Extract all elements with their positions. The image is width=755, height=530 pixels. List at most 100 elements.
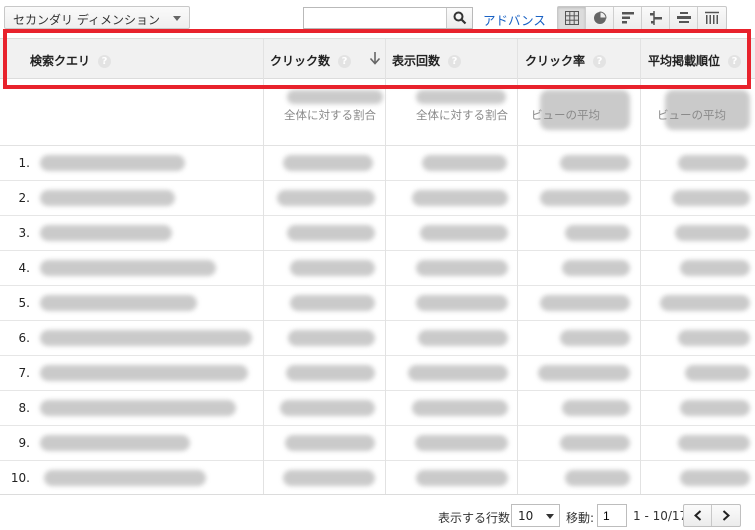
comparison-view-icon: [650, 11, 662, 25]
redacted-value: [685, 365, 750, 381]
table-summary-row: 全体に対する割合 全体に対する割合 ビューの平均 ビューの平均: [0, 80, 755, 146]
redacted-value: [416, 90, 506, 104]
redacted-value: [680, 400, 750, 416]
redacted-value: [416, 470, 508, 486]
table-row[interactable]: 2.: [0, 181, 755, 216]
pie-view-icon: [594, 11, 607, 24]
redacted-value: [540, 190, 630, 206]
goto-page-input[interactable]: [597, 504, 627, 527]
redacted-value: [422, 155, 507, 171]
redacted-value: [287, 90, 383, 104]
previous-page-button[interactable]: [684, 505, 713, 526]
redacted-query: [40, 190, 175, 206]
column-divider: [517, 39, 518, 495]
table-row[interactable]: 5.: [0, 286, 755, 321]
redacted-value: [680, 260, 750, 276]
chevron-down-icon: [546, 514, 554, 519]
chevron-left-icon: [694, 510, 702, 521]
next-page-button[interactable]: [712, 505, 740, 526]
table-row[interactable]: 8.: [0, 391, 755, 426]
summary-clicks-caption: 全体に対する割合: [284, 108, 376, 122]
table-row[interactable]: 10.: [0, 461, 755, 496]
secondary-dimension-label: セカンダリ ディメンション: [13, 13, 160, 27]
redacted-value: [565, 225, 630, 241]
summary-ctr-caption: ビューの平均: [531, 108, 600, 122]
redacted-value: [285, 435, 375, 451]
redacted-value: [420, 225, 508, 241]
redacted-query: [40, 365, 248, 381]
redacted-value: [680, 470, 750, 486]
redacted-value: [560, 330, 630, 346]
redacted-query: [40, 260, 216, 276]
pagination-bar: 表示する行数: 10 移動: 1 - 10/17: [0, 494, 755, 530]
table-row[interactable]: 1.: [0, 146, 755, 181]
redacted-value: [412, 400, 508, 416]
table-row[interactable]: 9.: [0, 426, 755, 461]
redacted-value: [283, 470, 375, 486]
redacted-value: [408, 365, 508, 381]
secondary-dimension-dropdown[interactable]: セカンダリ ディメンション: [4, 6, 190, 29]
redacted-value: [675, 225, 750, 241]
chevron-down-icon: [173, 16, 181, 21]
goto-label: 移動:: [566, 511, 595, 525]
redacted-value: [415, 435, 508, 451]
table-row[interactable]: 4.: [0, 251, 755, 286]
redacted-query: [40, 435, 190, 451]
search-button[interactable]: [446, 8, 472, 28]
redacted-query: [40, 400, 236, 416]
redacted-value: [280, 400, 375, 416]
search-input[interactable]: [304, 8, 447, 28]
redacted-query: [44, 470, 206, 486]
redacted-value: [540, 295, 630, 311]
table-row[interactable]: 6.: [0, 321, 755, 356]
redacted-query: [40, 295, 197, 311]
redacted-value: [562, 400, 630, 416]
view-switcher: [557, 6, 727, 30]
pivot-view-icon: [705, 11, 719, 24]
search-icon: [453, 11, 467, 25]
advanced-filter-link[interactable]: アドバンス: [483, 10, 546, 29]
redacted-query: [40, 225, 172, 241]
pager-buttons: [683, 504, 741, 527]
column-divider: [640, 39, 641, 495]
table-row[interactable]: 7.: [0, 356, 755, 391]
search-box: [303, 7, 473, 29]
table-view-button[interactable]: [558, 7, 586, 29]
redacted-value: [288, 330, 375, 346]
table-row[interactable]: 3.: [0, 216, 755, 251]
redacted-value: [678, 155, 748, 171]
redacted-value: [678, 435, 750, 451]
rows-per-page-select[interactable]: 10: [511, 504, 560, 527]
redacted-value: [538, 365, 630, 381]
redacted-value: [290, 295, 375, 311]
data-table: 検索クエリ? クリック数? 表示回数? クリック率? 平均掲載順位? 全体に対す…: [0, 38, 755, 496]
performance-view-icon: [622, 12, 634, 24]
redacted-value: [678, 330, 750, 346]
summary-position-caption: ビューの平均: [657, 108, 726, 122]
chevron-right-icon: [722, 510, 731, 521]
redacted-value: [287, 225, 375, 241]
summary-impressions-caption: 全体に対する割合: [416, 108, 508, 122]
redacted-query: [40, 330, 252, 346]
performance-view-button[interactable]: [614, 7, 642, 29]
redacted-value: [290, 260, 375, 276]
column-divider: [263, 39, 264, 495]
term-cloud-view-button[interactable]: [670, 7, 698, 29]
redacted-value: [416, 295, 508, 311]
redacted-value: [416, 260, 508, 276]
page-range: 1 - 10/17: [633, 509, 688, 523]
comparison-view-button[interactable]: [642, 7, 670, 29]
redacted-value: [560, 435, 630, 451]
pivot-view-button[interactable]: [698, 7, 726, 29]
rows-per-page-label: 表示する行数:: [438, 511, 515, 525]
redacted-value: [565, 470, 630, 486]
pie-view-button[interactable]: [586, 7, 614, 29]
redacted-value: [418, 330, 508, 346]
redacted-value: [286, 365, 375, 381]
table-view-icon: [565, 11, 579, 25]
redacted-value: [283, 155, 373, 171]
redacted-value: [660, 295, 750, 311]
redacted-value: [412, 190, 508, 206]
redacted-query: [40, 155, 185, 171]
redacted-value: [277, 190, 375, 206]
